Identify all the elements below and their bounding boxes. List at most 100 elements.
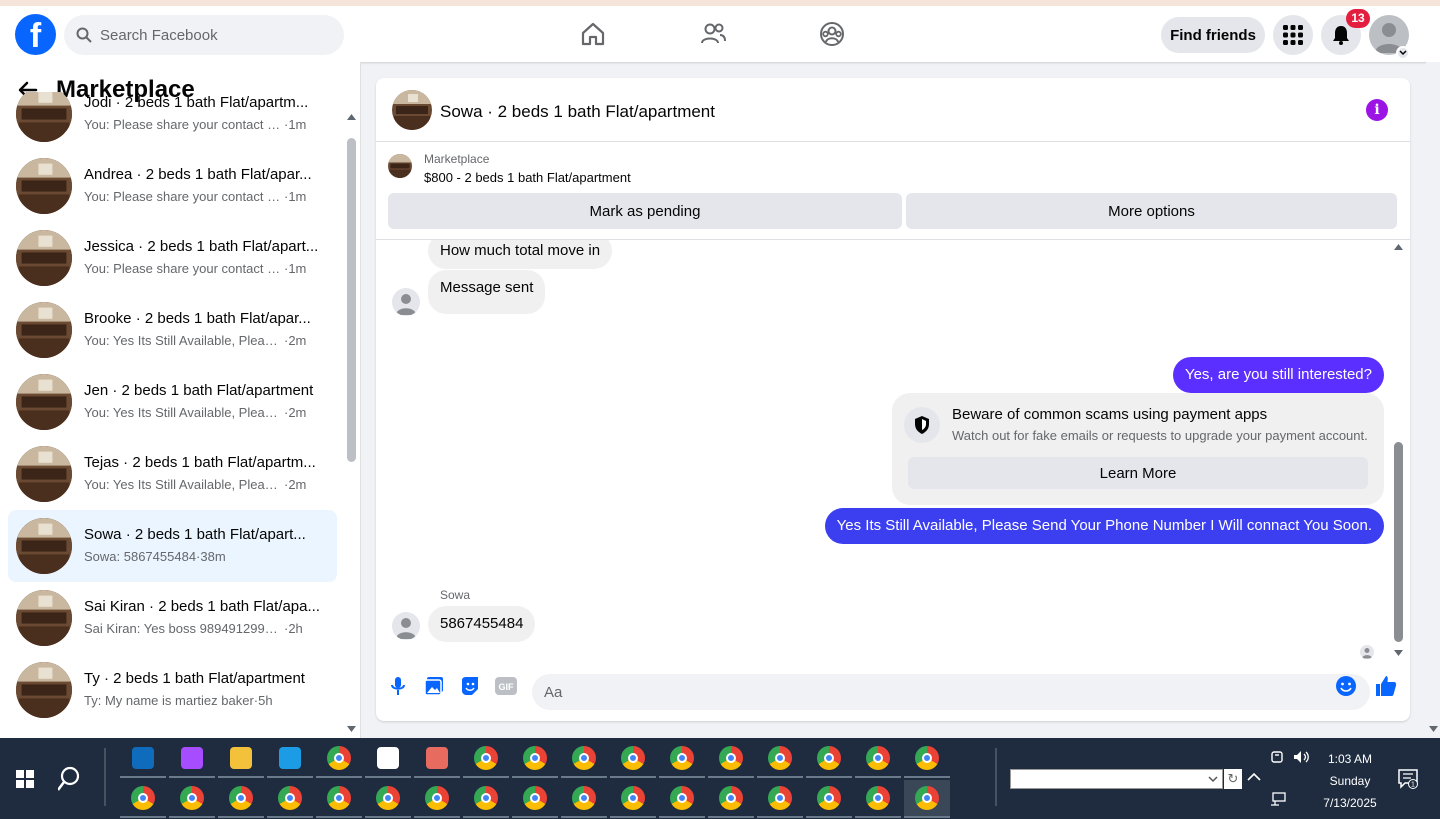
taskbar-chrome-app[interactable] (561, 740, 607, 778)
conversation-item[interactable]: Jessica · 2 beds 1 bath Flat/apart... You… (8, 222, 337, 294)
conversation-snippet-row: You: Please share your contact nu... ·1m (84, 189, 329, 204)
taskbar-file-explorer-app[interactable] (218, 740, 264, 778)
conversation-item[interactable]: Sai Kiran · 2 beds 1 bath Flat/apa... Sai… (8, 582, 337, 654)
scroll-up-icon[interactable] (1394, 244, 1403, 250)
taskbar-chrome-app[interactable] (904, 740, 950, 778)
conversation-snippet-row: You: Yes Its Still Available, Please S..… (84, 405, 329, 420)
friends-icon[interactable] (699, 20, 727, 48)
scroll-down-icon[interactable] (1429, 726, 1438, 732)
taskbar-chrome-app[interactable] (120, 780, 166, 818)
taskbar-chrome-app[interactable] (610, 740, 656, 778)
system-clock[interactable]: 1:03 AM Sunday 7/13/2025 (1316, 748, 1384, 814)
taskbar-chrome-app[interactable] (659, 780, 705, 818)
conversation-item[interactable]: Brooke · 2 beds 1 bath Flat/apar... You: … (8, 294, 337, 366)
sender-avatar[interactable] (392, 612, 420, 640)
paint-icon (426, 747, 448, 769)
scroll-down-icon[interactable] (347, 726, 356, 732)
info-icon[interactable]: i (1366, 99, 1388, 121)
taskbar-chrome-app[interactable] (757, 780, 803, 818)
meet-now-icon[interactable] (1271, 750, 1285, 764)
taskbar-chrome-app[interactable] (806, 780, 852, 818)
outgoing-message[interactable]: Yes Its Still Available, Please Send You… (824, 508, 1384, 544)
taskbar-chrome-app[interactable] (855, 740, 901, 778)
conversation-title: Andrea · 2 beds 1 bath Flat/apar... (84, 166, 312, 183)
conversation-item[interactable]: Andrea · 2 beds 1 bath Flat/apar... You: … (8, 150, 337, 222)
find-friends-button[interactable]: Find friends (1161, 17, 1265, 53)
scroll-down-icon[interactable] (1394, 650, 1403, 656)
taskbar-chrome-app[interactable] (855, 780, 901, 818)
page-scrollbar[interactable] (1426, 62, 1440, 738)
conversation-item[interactable]: Sowa · 2 beds 1 bath Flat/apart... Sowa: … (8, 510, 337, 582)
taskbar-chrome-app[interactable] (414, 780, 460, 818)
taskbar-edge-app[interactable] (267, 740, 313, 778)
microphone-icon[interactable] (386, 674, 410, 698)
emoji-icon[interactable] (1334, 674, 1358, 698)
taskbar-search-icon[interactable] (58, 764, 88, 794)
sender-avatar[interactable] (392, 288, 420, 316)
chrome-icon (670, 786, 694, 810)
listing-price-title[interactable]: $800 - 2 beds 1 bath Flat/apartment (424, 170, 631, 185)
sticker-icon[interactable] (458, 674, 482, 698)
chat-listing-avatar[interactable] (392, 90, 432, 130)
outgoing-message[interactable]: Yes, are you still interested? (1172, 357, 1384, 393)
facebook-logo[interactable]: f (15, 14, 56, 55)
chrome-icon (866, 746, 890, 770)
taskbar-chrome-app[interactable] (708, 780, 754, 818)
menu-button[interactable] (1273, 15, 1313, 55)
refresh-icon[interactable]: ↻ (1224, 769, 1242, 789)
taskbar-chrome-app[interactable] (904, 780, 950, 818)
conversation-item[interactable]: Tejas · 2 beds 1 bath Flat/apartm... You:… (8, 438, 337, 510)
taskbar-chrome-app[interactable] (708, 740, 754, 778)
taskbar-chrome-app[interactable] (365, 780, 411, 818)
taskbar-copilot-app[interactable] (169, 740, 215, 778)
taskbar-chrome-app[interactable] (463, 780, 509, 818)
incoming-message[interactable]: Message sent (428, 270, 546, 314)
taskbar-chrome-app[interactable] (659, 740, 705, 778)
conversation-snippet-row: You: Yes Its Still Available, Please S..… (84, 333, 329, 348)
conversation-item[interactable]: Jen · 2 beds 1 bath Flat/apartment You: Y… (8, 366, 337, 438)
taskbar-chrome-app[interactable] (218, 780, 264, 818)
notification-center-icon[interactable]: 1 (1398, 769, 1418, 789)
taskbar-store-app[interactable] (365, 740, 411, 778)
taskbar-chrome-app[interactable] (316, 740, 362, 778)
conversation-item[interactable]: Jodi · 2 beds 1 bath Flat/apartm... You: … (8, 92, 337, 150)
volume-icon[interactable] (1293, 750, 1311, 764)
listing-thumbnail[interactable] (388, 154, 412, 178)
groups-icon[interactable] (818, 20, 846, 48)
listing-thumbnail (16, 230, 72, 286)
chat-scrollbar[interactable] (1394, 442, 1403, 642)
chevron-up-icon[interactable] (1247, 772, 1261, 781)
home-icon[interactable] (579, 20, 607, 48)
taskbar-chrome-app[interactable] (316, 780, 362, 818)
taskbar-chrome-app[interactable] (806, 740, 852, 778)
learn-more-button[interactable]: Learn More (908, 457, 1368, 489)
more-options-button[interactable]: More options (906, 193, 1397, 229)
windows-start-icon[interactable] (16, 770, 34, 788)
taskbar-chrome-app[interactable] (561, 780, 607, 818)
mark-as-pending-button[interactable]: Mark as pending (388, 193, 902, 229)
taskbar-paint-app[interactable] (414, 740, 460, 778)
account-chevron-icon[interactable] (1396, 46, 1410, 60)
message-input[interactable] (532, 674, 1370, 710)
network-icon[interactable] (1270, 792, 1286, 806)
conversation-item[interactable]: Ty · 2 beds 1 bath Flat/apartment Ty: My … (8, 654, 337, 726)
taskbar-chrome-app[interactable] (463, 740, 509, 778)
incoming-message[interactable]: 5867455484 (428, 606, 536, 642)
taskbar-chrome-app[interactable] (610, 780, 656, 818)
gif-icon[interactable]: GIF (494, 674, 518, 698)
incoming-message[interactable]: How much total move in (428, 240, 613, 269)
sidebar-scrollbar[interactable] (347, 138, 356, 462)
like-thumbs-up-icon[interactable] (1374, 674, 1398, 698)
photo-icon[interactable] (422, 674, 446, 698)
search-input[interactable] (100, 26, 320, 44)
scroll-up-icon[interactable] (347, 114, 356, 120)
address-dropdown[interactable] (1010, 769, 1223, 789)
taskbar-chrome-app[interactable] (512, 740, 558, 778)
search-box[interactable] (64, 15, 344, 55)
taskbar-chrome-app[interactable] (169, 780, 215, 818)
taskbar-chrome-app[interactable] (512, 780, 558, 818)
taskbar-outlook-app[interactable] (120, 740, 166, 778)
taskbar-chrome-app[interactable] (267, 780, 313, 818)
copilot-icon (181, 747, 203, 769)
taskbar-chrome-app[interactable] (757, 740, 803, 778)
